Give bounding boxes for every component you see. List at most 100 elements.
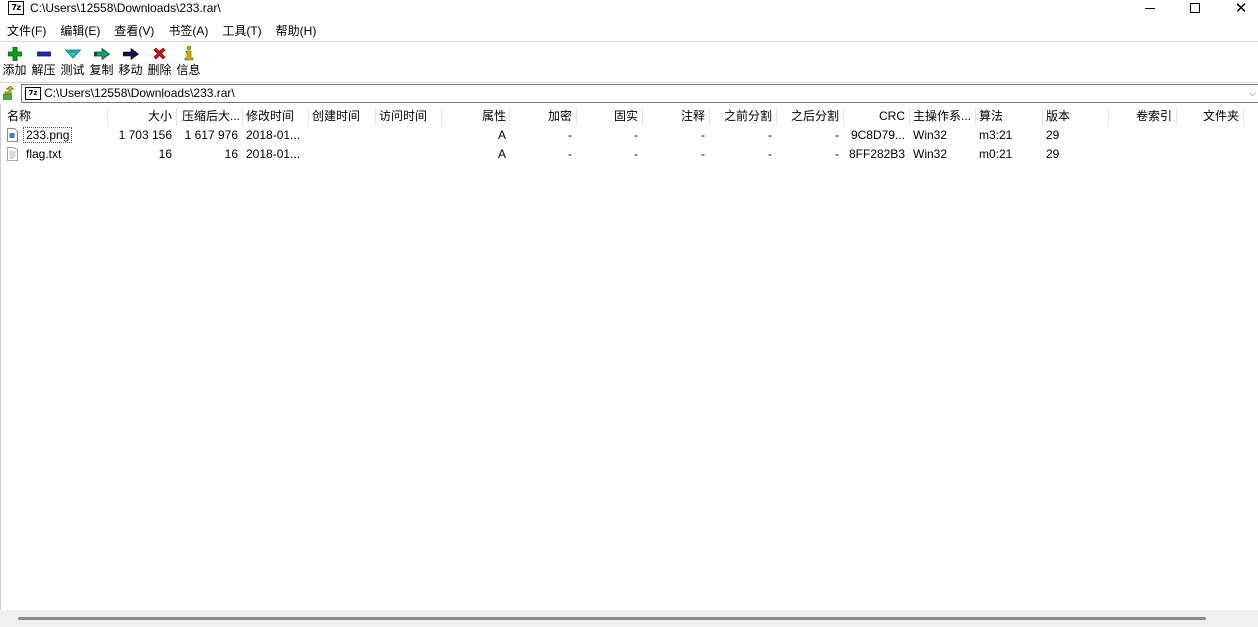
accessed-cell	[375, 145, 441, 164]
maximize-button[interactable]	[1172, 0, 1218, 16]
minimize-button[interactable]	[1127, 0, 1173, 16]
col-solid[interactable]: 固实	[576, 106, 642, 126]
file-name-cell[interactable]: flag.txt	[19, 145, 109, 164]
horizontal-scrollbar[interactable]	[0, 610, 1258, 627]
delete-icon	[153, 44, 166, 63]
solid-cell: -	[634, 147, 638, 161]
add-button[interactable]: 添加	[0, 44, 29, 80]
move-label: 移动	[118, 63, 143, 77]
column-divider[interactable]	[576, 108, 577, 126]
toolbar: 添加 解压 测试 复制 移动 删除 信息	[0, 44, 203, 80]
image-file-icon	[7, 128, 18, 142]
column-divider[interactable]	[843, 108, 844, 126]
col-host-os[interactable]: 主操作系...	[909, 106, 975, 126]
column-divider[interactable]	[642, 108, 643, 126]
move-button[interactable]: 移动	[116, 44, 145, 80]
close-button[interactable]: ✕	[1218, 0, 1258, 16]
table-row[interactable]: 233.png 1 703 156 1 617 976 2018-01... A…	[1, 126, 1258, 145]
menu-bookmarks[interactable]: 书签(A)	[161, 21, 215, 41]
col-split-before[interactable]: 之前分割	[709, 106, 776, 126]
menu-edit[interactable]: 编辑(E)	[53, 21, 107, 41]
split-before-cell: -	[768, 147, 772, 161]
column-divider[interactable]	[308, 108, 309, 126]
archive-icon: 7z	[25, 87, 41, 100]
extract-icon	[36, 44, 51, 63]
add-icon	[7, 44, 22, 63]
host-os-cell: Win32	[913, 147, 948, 161]
host-os-cell: Win32	[913, 128, 948, 142]
scrollbar-thumb[interactable]	[18, 617, 1206, 620]
col-folder[interactable]: 文件夹	[1176, 106, 1243, 126]
col-split-after[interactable]: 之后分割	[776, 106, 843, 126]
extract-button[interactable]: 解压	[29, 44, 58, 80]
col-modified[interactable]: 修改时间	[242, 106, 308, 126]
column-divider[interactable]	[1243, 108, 1244, 126]
crc-cell: 8FF282B3	[848, 147, 905, 161]
created-cell	[308, 145, 374, 164]
method-cell: m0:21	[979, 147, 1013, 161]
accessed-cell	[375, 126, 441, 145]
col-comment[interactable]: 注释	[642, 106, 709, 126]
path-combobox[interactable]: 7z C:\Users\12558\Downloads\233.rar\ ⌵	[21, 84, 1258, 103]
copy-button[interactable]: 复制	[87, 44, 116, 80]
version-cell: 29	[1046, 147, 1060, 161]
7zip-app-icon: 7z	[8, 1, 24, 15]
column-divider[interactable]	[709, 108, 710, 126]
menu-help[interactable]: 帮助(H)	[269, 21, 324, 41]
info-icon	[184, 44, 194, 63]
column-divider[interactable]	[242, 108, 243, 126]
file-name-cell[interactable]: 233.png	[19, 126, 109, 145]
size-cell: 1 703 156	[118, 128, 172, 142]
file-name: 233.png	[23, 127, 73, 143]
column-divider[interactable]	[441, 108, 442, 126]
column-header-row: 名称 大小 压缩后大... 修改时间 创建时间 访问时间 属性 加密 固实 注释…	[1, 106, 1258, 126]
menu-file[interactable]: 文件(F)	[0, 21, 53, 41]
col-size[interactable]: 大小	[108, 106, 176, 126]
split-after-cell: -	[835, 128, 839, 142]
column-divider[interactable]	[1108, 108, 1109, 126]
col-packed-size[interactable]: 压缩后大...	[178, 106, 244, 126]
col-accessed[interactable]: 访问时间	[375, 106, 441, 126]
menu-bar: 文件(F) 编辑(E) 查看(V) 书签(A) 工具(T) 帮助(H)	[0, 21, 1258, 41]
column-divider[interactable]	[975, 108, 976, 126]
column-divider[interactable]	[1176, 108, 1177, 126]
close-icon: ✕	[1234, 0, 1248, 17]
attributes-cell: A	[497, 147, 506, 161]
column-divider[interactable]	[776, 108, 777, 126]
col-encrypted[interactable]: 加密	[510, 106, 576, 126]
col-crc[interactable]: CRC	[843, 106, 909, 126]
crc-cell: 9C8D79...	[850, 128, 905, 142]
column-divider[interactable]	[1042, 108, 1043, 126]
title-bar: 7z C:\Users\12558\Downloads\233.rar\ ✕	[0, 0, 1258, 18]
col-created[interactable]: 创建时间	[308, 106, 374, 126]
folder-up-icon[interactable]	[3, 85, 17, 100]
col-name[interactable]: 名称	[3, 106, 103, 126]
version-cell: 29	[1046, 128, 1060, 142]
delete-button[interactable]: 删除	[145, 44, 174, 80]
column-divider[interactable]	[375, 108, 376, 126]
column-divider[interactable]	[107, 108, 108, 126]
test-icon	[64, 44, 81, 63]
col-volume-index[interactable]: 卷索引	[1108, 106, 1176, 126]
column-divider[interactable]	[176, 108, 177, 126]
path-input[interactable]: C:\Users\12558\Downloads\233.rar\	[44, 86, 235, 101]
column-divider[interactable]	[509, 108, 510, 126]
encrypted-cell: -	[568, 147, 572, 161]
column-divider[interactable]	[909, 108, 910, 126]
menu-tools[interactable]: 工具(T)	[215, 21, 268, 41]
info-button[interactable]: 信息	[174, 44, 203, 80]
test-button[interactable]: 测试	[58, 44, 87, 80]
menu-view[interactable]: 查看(V)	[107, 21, 161, 41]
test-label: 测试	[60, 63, 85, 77]
copy-label: 复制	[89, 63, 114, 77]
split-before-cell: -	[768, 128, 772, 142]
col-version[interactable]: 版本	[1042, 106, 1108, 126]
table-row[interactable]: flag.txt 16 16 2018-01... A - - - - - 8F…	[1, 145, 1258, 164]
chevron-down-icon[interactable]: ⌵	[1249, 88, 1256, 99]
col-attributes[interactable]: 属性	[441, 106, 510, 126]
size-cell: 16	[158, 147, 172, 161]
comment-cell: -	[701, 147, 705, 161]
created-cell	[308, 126, 374, 145]
col-method[interactable]: 算法	[975, 106, 1042, 126]
packed-size-cell: 1 617 976	[184, 128, 238, 142]
